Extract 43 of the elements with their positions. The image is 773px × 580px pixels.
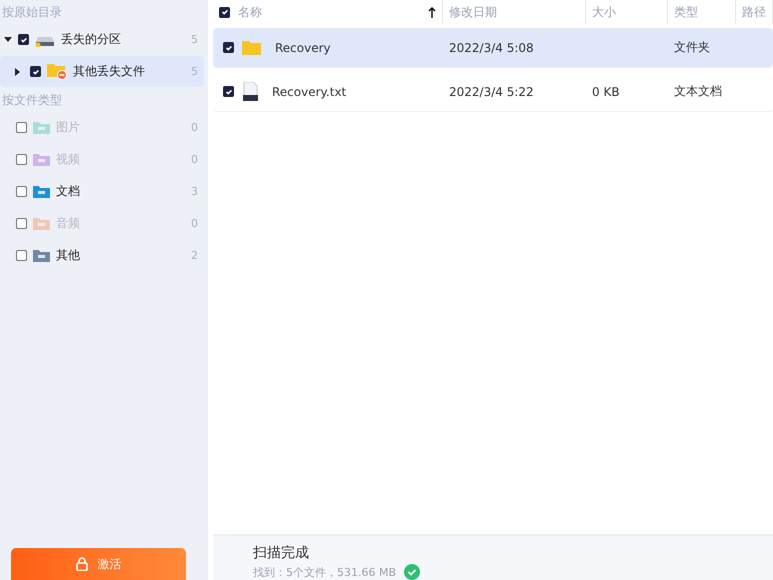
- document-folder-icon: [33, 185, 50, 198]
- text-file-icon: [242, 82, 258, 101]
- column-header[interactable]: 名称: [213, 0, 443, 24]
- folder-icon: [33, 249, 50, 262]
- date-cell-text: 2022/3/4 5:22: [448, 84, 535, 98]
- file-name: Recovery.txt: [271, 84, 348, 98]
- item-count: 5: [191, 65, 198, 78]
- checkbox[interactable]: [30, 66, 41, 77]
- checkbox[interactable]: [18, 34, 29, 45]
- column-header[interactable]: 修改日期: [443, 0, 586, 24]
- folder-icon: [242, 40, 261, 55]
- music-folder-icon: [33, 217, 50, 230]
- file-type-item[interactable]: 其他 2: [0, 240, 204, 271]
- type-cell-text: 文本文档: [673, 83, 723, 100]
- file-row[interactable]: Recovery 2022/3/4 5:08 文件夹: [213, 28, 773, 68]
- column-header[interactable]: 类型: [668, 0, 736, 24]
- status-title: 扫描完成: [253, 544, 310, 562]
- file-type-item[interactable]: 文档 3: [0, 176, 204, 207]
- folder-minus-icon: [47, 63, 67, 80]
- section-heading: 按原始目录: [1, 4, 63, 21]
- tree-item[interactable]: 丢失的分区 5: [0, 24, 204, 55]
- column-header[interactable]: 路径: [736, 0, 773, 24]
- status-summary: 找到：5个文件，531.66 MB: [253, 564, 396, 580]
- size-cell-text: 0 KB: [591, 84, 621, 98]
- file-name: Recovery: [274, 40, 332, 54]
- section-heading: 按文件类型: [1, 92, 63, 109]
- date-cell-text: 2022/3/4 5:08: [448, 40, 535, 54]
- item-count: 5: [191, 33, 198, 46]
- tree-label: 丢失的分区: [61, 31, 122, 48]
- video-folder-icon: [33, 153, 50, 166]
- picture-folder-icon: [33, 121, 50, 134]
- checkbox[interactable]: [219, 6, 230, 18]
- checkbox[interactable]: [223, 86, 234, 97]
- lock-icon: [76, 557, 88, 571]
- type-cell-text: 文件夹: [673, 39, 711, 56]
- tree-label: 其他丢失文件: [73, 63, 146, 80]
- file-row[interactable]: Recovery.txt 2022/3/4 5:22 0 KB 文本文档: [213, 72, 773, 112]
- column-header[interactable]: 大小: [586, 0, 668, 24]
- checkbox[interactable]: [16, 186, 27, 197]
- activate-button[interactable]: 激活: [11, 548, 186, 580]
- checkbox[interactable]: [16, 250, 27, 261]
- checkbox[interactable]: [223, 42, 234, 53]
- tree-item[interactable]: 其他丢失文件 5: [0, 56, 204, 87]
